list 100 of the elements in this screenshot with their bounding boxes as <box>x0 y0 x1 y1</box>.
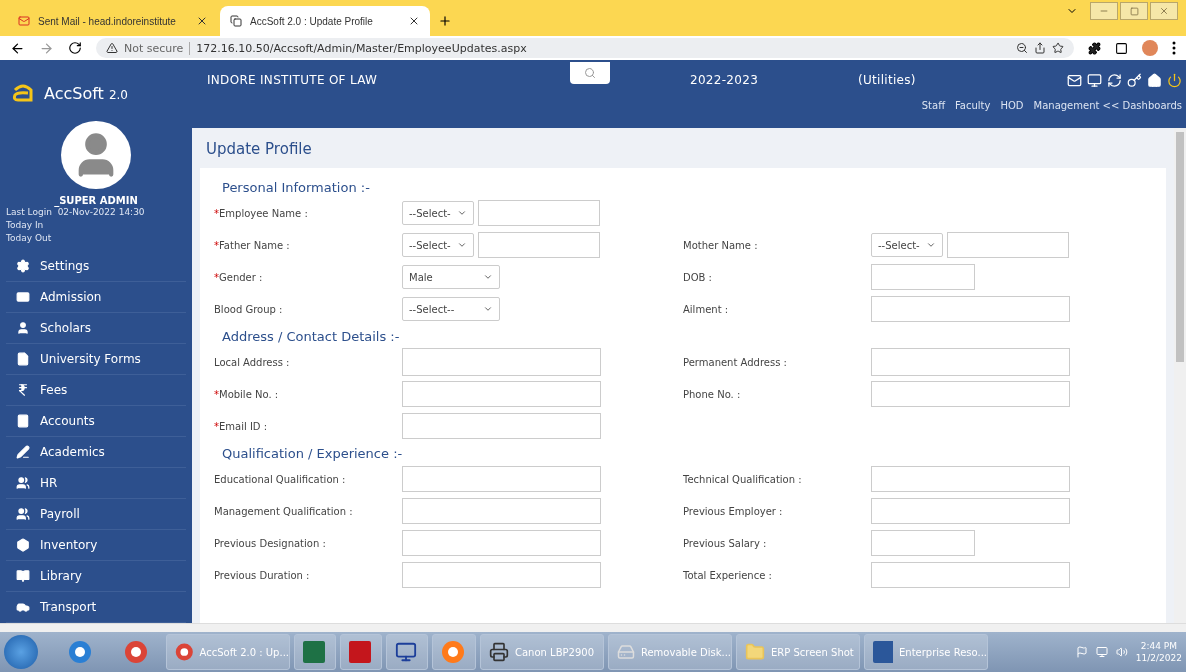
menu-item[interactable]: Admission <box>6 282 186 313</box>
input-field[interactable] <box>402 466 601 492</box>
restore-icon <box>1129 6 1139 16</box>
url-text: 172.16.10.50/Accsoft/Admin/Master/EmployeeUpdates.aspx <box>196 41 527 55</box>
extensions-icon[interactable] <box>1088 41 1101 55</box>
users-icon <box>16 507 30 521</box>
field-label: DOB : <box>683 271 712 283</box>
field-label: Gender : <box>219 271 263 283</box>
menu-item[interactable]: Academics <box>6 437 186 468</box>
menu-item[interactable]: Inventory <box>6 530 186 561</box>
input-field[interactable] <box>871 530 975 556</box>
session-year: 2022-2023 <box>690 73 760 87</box>
select-dropdown[interactable]: --Select- <box>871 233 943 257</box>
browser-tab[interactable]: AccSoft 2.0 : Update Profile <box>220 6 430 36</box>
input-field[interactable] <box>871 296 1070 322</box>
flag-icon[interactable] <box>1075 646 1088 658</box>
input-field[interactable] <box>478 232 600 258</box>
required-mark: * <box>214 271 219 283</box>
horizontal-scrollbar[interactable] <box>0 623 1186 632</box>
key-icon[interactable] <box>1127 72 1142 88</box>
menu-item[interactable]: Fees <box>6 375 186 406</box>
scrollbar[interactable] <box>1174 128 1186 623</box>
nav-link[interactable]: Management << Dashboards <box>1033 100 1182 111</box>
input-field[interactable] <box>402 530 601 556</box>
nav-link[interactable]: Faculty <box>955 100 991 111</box>
users-icon <box>16 476 30 490</box>
back-icon[interactable] <box>10 40 25 56</box>
field-label: Employee Name : <box>219 207 308 219</box>
share-icon[interactable] <box>1034 42 1046 54</box>
menu-item[interactable]: Library <box>6 561 186 592</box>
restore-button[interactable] <box>1120 2 1148 20</box>
mail-icon[interactable] <box>1067 72 1082 88</box>
refresh-icon[interactable] <box>1107 72 1122 88</box>
sidebar-icon[interactable] <box>1115 41 1128 55</box>
module-name: (Utilities) <box>858 73 916 87</box>
today-in-text: Today In <box>5 219 45 232</box>
input-field[interactable] <box>402 498 601 524</box>
input-field[interactable] <box>871 498 1070 524</box>
menu-item[interactable]: HR <box>6 468 186 499</box>
pen-icon <box>16 445 30 459</box>
field-label: Previous Employer : <box>683 505 783 517</box>
app-icon <box>230 15 242 27</box>
address-bar[interactable]: Not secure 172.16.10.50/Accsoft/Admin/Master/EmployeeUpdates.aspx <box>96 38 1074 58</box>
input-field[interactable] <box>402 562 601 588</box>
network-icon[interactable] <box>1095 646 1108 658</box>
chevron-down-icon <box>457 240 467 250</box>
menu-item[interactable]: Accounts <box>6 406 186 437</box>
taskbar-button[interactable] <box>294 634 336 670</box>
field-label: Previous Duration : <box>214 569 310 581</box>
reload-icon[interactable] <box>68 41 82 55</box>
input-field[interactable] <box>402 381 601 407</box>
menu-item[interactable]: Payroll <box>6 499 186 530</box>
taskbar-button[interactable] <box>340 634 382 670</box>
browser-tab[interactable]: Sent Mail - head.indoreinstitute <box>8 6 218 36</box>
section-title: Qualification / Experience :- <box>221 445 404 463</box>
nav-link[interactable]: Staff <box>921 100 946 111</box>
input-field[interactable] <box>871 466 1070 492</box>
input-field[interactable] <box>871 381 1070 407</box>
menu-item[interactable]: Scholars <box>6 313 186 344</box>
profile-avatar[interactable] <box>1142 40 1158 56</box>
field-label: Ailment : <box>683 303 729 315</box>
home-icon[interactable] <box>1147 72 1162 88</box>
input-field[interactable] <box>871 562 1070 588</box>
input-field[interactable] <box>402 413 601 439</box>
star-icon[interactable] <box>1052 42 1064 54</box>
text-area[interactable] <box>402 348 601 376</box>
taskbar-button[interactable] <box>432 634 476 670</box>
minimize-button[interactable] <box>1090 2 1118 20</box>
close-icon[interactable] <box>408 15 420 27</box>
drive-icon <box>617 642 635 662</box>
select-dropdown[interactable]: --Select- <box>402 201 474 225</box>
select-dropdown[interactable]: Male <box>402 265 500 289</box>
select-dropdown[interactable]: --Select- <box>402 233 474 257</box>
user-icon <box>16 321 30 335</box>
taskbar-button[interactable] <box>386 634 428 670</box>
chevron-down-icon <box>483 272 493 282</box>
nav-link[interactable]: HOD <box>1000 100 1024 111</box>
search-button[interactable] <box>570 62 610 84</box>
security-label: Not secure <box>124 41 191 55</box>
forward-icon[interactable] <box>39 40 54 56</box>
menu-item[interactable]: Settings <box>6 251 186 282</box>
chevron-down-icon <box>483 304 493 314</box>
field-label: Mobile No. : <box>219 388 279 400</box>
new-tab-icon[interactable] <box>438 14 452 28</box>
zoom-out-icon[interactable] <box>1016 42 1028 54</box>
select-dropdown[interactable]: --Select-- <box>402 297 500 321</box>
menu-item[interactable]: University Forms <box>6 344 186 375</box>
start-button[interactable] <box>4 635 38 669</box>
input-field[interactable] <box>871 264 975 290</box>
input-field[interactable] <box>947 232 1069 258</box>
close-icon[interactable] <box>196 15 208 27</box>
rupee-icon <box>16 383 30 397</box>
search-icon <box>584 67 596 79</box>
input-field[interactable] <box>478 200 600 226</box>
text-area[interactable] <box>871 348 1070 376</box>
volume-icon[interactable] <box>1115 646 1128 658</box>
more-icon[interactable] <box>1172 41 1176 55</box>
close-button[interactable] <box>1150 2 1178 20</box>
power-icon[interactable] <box>1167 72 1182 88</box>
field-label: Mother Name : <box>683 239 758 251</box>
